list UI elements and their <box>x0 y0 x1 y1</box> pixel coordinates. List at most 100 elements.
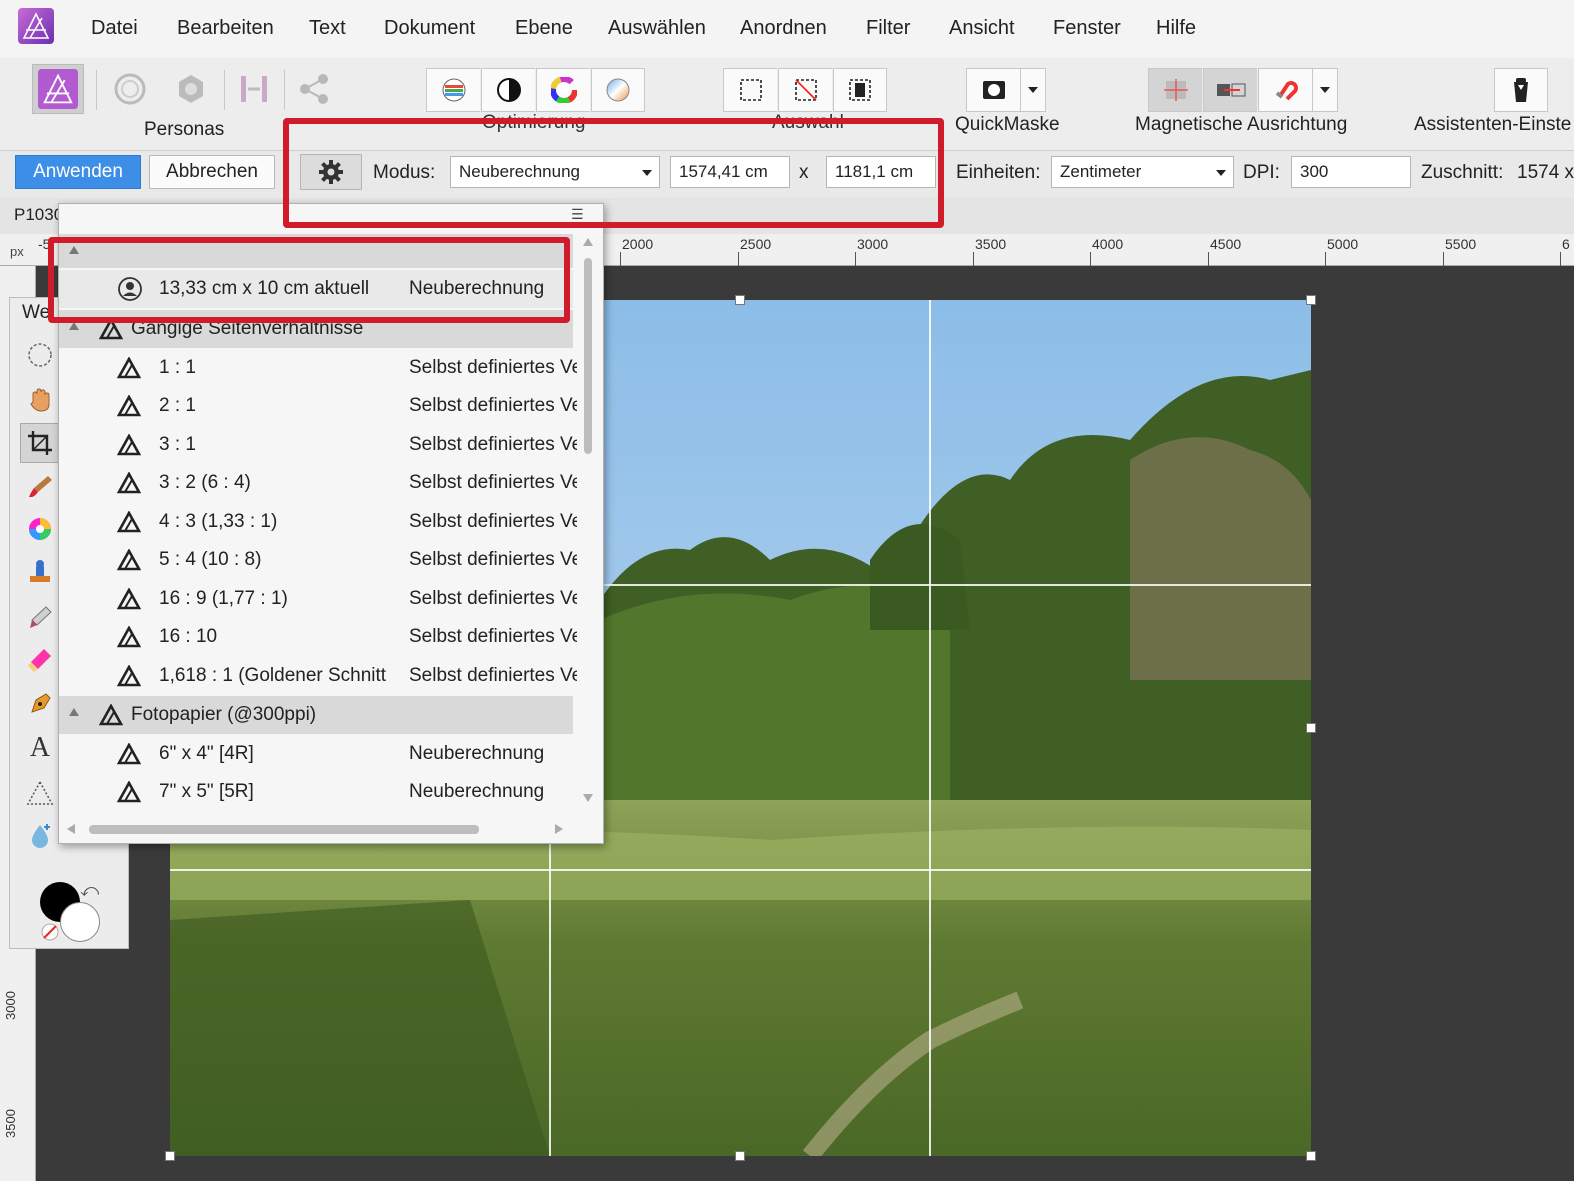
menu-datei[interactable]: Datei <box>91 17 138 40</box>
menu-fenster[interactable]: Fenster <box>1053 17 1121 40</box>
auto-contrast-button[interactable] <box>481 68 535 112</box>
ruler-label: 4000 <box>1092 236 1124 252</box>
deselect-button[interactable] <box>778 68 832 112</box>
menu-ebene[interactable]: Ebene <box>515 17 573 40</box>
crop-tool-icon[interactable] <box>20 423 60 463</box>
preset-item-row[interactable]: 16 : 9 (1,77 : 1) Selbst definiertes Ve <box>59 580 577 618</box>
assistant-butler-icon[interactable] <box>1494 68 1548 112</box>
category-name: Fotopapier (@300ppi) <box>131 704 317 725</box>
export-persona-icon[interactable] <box>288 64 340 114</box>
menu-auswaehlen[interactable]: Auswählen <box>608 17 706 40</box>
eraser-tool-icon[interactable] <box>20 640 60 680</box>
dropdown-horizontal-scrollbar[interactable] <box>59 818 573 840</box>
cancel-button[interactable]: Abbrechen <box>149 155 275 189</box>
dpi-field[interactable]: 300 <box>1291 156 1411 188</box>
preset-mode: Selbst definiertes Ve <box>409 357 577 378</box>
tools-panel-tab[interactable]: We <box>22 302 50 324</box>
preset-item-row[interactable]: 4 : 3 (1,33 : 1) Selbst definiertes Ve <box>59 503 577 541</box>
preset-item-row[interactable]: 2 : 1 Selbst definiertes Ve <box>59 387 577 425</box>
ruler-label: 3000 <box>857 236 889 252</box>
swap-colors-icon[interactable]: ⤺ <box>80 880 99 901</box>
preset-name: 2 : 1 <box>159 395 196 416</box>
collapse-triangle-icon[interactable] <box>69 322 79 330</box>
quickmask-button[interactable] <box>966 68 1020 112</box>
crop-handle[interactable] <box>165 1151 175 1161</box>
preset-name: 5 : 4 (10 : 8) <box>159 549 262 570</box>
preset-item-row[interactable]: 16 : 10 Selbst definiertes Ve <box>59 618 577 656</box>
snapping-grid-button[interactable] <box>1148 68 1202 112</box>
preset-item-row[interactable]: 7" x 5" [5R] Neuberechnung <box>59 773 573 811</box>
crop-handle[interactable] <box>735 1151 745 1161</box>
liquify-persona-icon[interactable] <box>104 64 156 114</box>
select-all-button[interactable] <box>723 68 777 112</box>
photo-persona-icon[interactable] <box>32 64 84 114</box>
preset-name: 6" x 4" [4R] <box>159 743 254 764</box>
menu-anordnen[interactable]: Anordnen <box>740 17 827 40</box>
shape-tool-icon[interactable] <box>20 773 60 813</box>
dropdown-vertical-scrollbar[interactable] <box>579 234 597 814</box>
affinity-triangle-icon <box>116 664 142 687</box>
menu-ansicht[interactable]: Ansicht <box>949 17 1015 40</box>
ruler-label: 4500 <box>1210 236 1242 252</box>
preset-item-row[interactable]: 1,618 : 1 (Goldener Schnitt Selbst defin… <box>59 657 577 695</box>
apply-button[interactable]: Anwenden <box>15 155 141 189</box>
preset-category-row[interactable]: Fotopapier (@300ppi) <box>59 696 573 734</box>
pen-tool-icon[interactable] <box>20 684 60 724</box>
snapping-magnet-icon[interactable] <box>1258 68 1312 112</box>
fill-tool-icon[interactable] <box>20 815 60 855</box>
clone-stamp-tool-icon[interactable] <box>20 552 60 592</box>
affinity-triangle-icon <box>116 433 142 456</box>
preset-item-row[interactable]: 6" x 4" [4R] Neuberechnung <box>59 735 573 773</box>
units-select[interactable]: Zentimeter <box>1051 156 1234 188</box>
tone-mapping-persona-icon[interactable] <box>228 64 280 114</box>
crop-handle[interactable] <box>1306 1151 1316 1161</box>
affinity-photo-logo-icon[interactable] <box>18 8 54 44</box>
affinity-triangle-icon <box>116 625 142 648</box>
marquee-tool-icon[interactable] <box>20 335 60 375</box>
collapse-triangle-icon[interactable] <box>69 708 79 716</box>
preset-item-row[interactable]: 3 : 2 (6 : 4) Selbst definiertes Ve <box>59 464 577 502</box>
document-tab[interactable]: P1030 <box>14 205 63 225</box>
affinity-triangle-icon <box>116 587 142 610</box>
healing-brush-tool-icon[interactable] <box>20 597 60 637</box>
quickmask-dropdown-button[interactable] <box>1020 68 1046 112</box>
highlight-box-current-preset <box>48 237 570 323</box>
auto-white-balance-button[interactable] <box>591 68 645 112</box>
dpi-label: DPI: <box>1243 162 1280 183</box>
assistant-label: Assistenten-Einste <box>1414 114 1572 135</box>
text-tool-icon[interactable]: A <box>20 728 60 768</box>
quickmask-label: QuickMaske <box>955 114 1060 135</box>
preset-mode: Selbst definiertes Ve <box>409 549 577 570</box>
brush-tool-icon[interactable] <box>20 466 60 506</box>
secondary-color-swatch[interactable] <box>60 902 100 942</box>
snapping-dropdown-button[interactable] <box>1312 68 1338 112</box>
crop-handle[interactable] <box>1306 723 1316 733</box>
auto-colors-button[interactable] <box>536 68 590 112</box>
menu-hilfe[interactable]: Hilfe <box>1156 17 1196 40</box>
menu-text[interactable]: Text <box>309 17 346 40</box>
no-color-icon[interactable] <box>40 922 60 942</box>
crop-size-label: Zuschnitt: <box>1421 162 1504 183</box>
preset-name: 3 : 1 <box>159 434 196 455</box>
crop-handle[interactable] <box>735 295 745 305</box>
ruler-units-label: px <box>10 244 24 259</box>
hand-tool-icon[interactable] <box>20 380 60 420</box>
auto-levels-button[interactable] <box>426 68 480 112</box>
color-tool-icon[interactable] <box>20 509 60 549</box>
menu-filter[interactable]: Filter <box>866 17 910 40</box>
preset-mode: Neuberechnung <box>409 781 545 802</box>
preset-item-row[interactable]: 5 : 4 (10 : 8) Selbst definiertes Ve <box>59 541 577 579</box>
crop-handle[interactable] <box>1306 295 1316 305</box>
preset-mode: Selbst definiertes Ve <box>409 434 577 455</box>
ruler-label: 3500 <box>3 1109 18 1138</box>
snapping-move-button[interactable] <box>1203 68 1257 112</box>
preset-item-row[interactable]: 1 : 1 Selbst definiertes Ve <box>59 349 577 387</box>
invert-selection-button[interactable] <box>833 68 887 112</box>
affinity-triangle-icon <box>116 356 142 379</box>
ruler-label: 2500 <box>740 236 772 252</box>
menu-bearbeiten[interactable]: Bearbeiten <box>177 17 274 40</box>
affinity-triangle-icon <box>116 548 142 571</box>
develop-persona-icon[interactable] <box>165 64 217 114</box>
menu-dokument[interactable]: Dokument <box>384 17 475 40</box>
preset-item-row[interactable]: 3 : 1 Selbst definiertes Ve <box>59 426 577 464</box>
